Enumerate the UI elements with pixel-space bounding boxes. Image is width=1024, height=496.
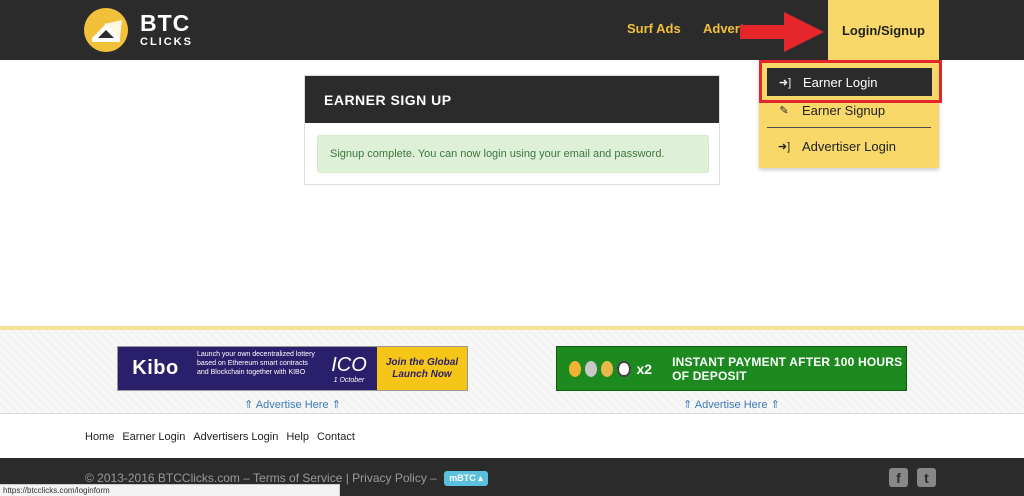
- nav-advertise[interactable]: Advertise: [703, 21, 743, 36]
- kibo-ad-cta: Join the Global Launch Now: [377, 347, 467, 390]
- dropdown-divider: [767, 127, 931, 128]
- annotation-arrow-icon: [740, 12, 824, 52]
- panel-title: EARNER SIGN UP: [305, 76, 719, 123]
- kibo-ico-date: 1 October: [333, 376, 365, 384]
- sign-in-icon: ➜]: [777, 140, 791, 153]
- nav-surf-ads[interactable]: Surf Ads: [627, 21, 681, 36]
- twitter-icon[interactable]: t: [917, 468, 936, 487]
- dropdown-item-label: Advertiser Login: [802, 138, 896, 154]
- top-navbar: BTC CLICKS Surf Ads Advertise Login/Sign…: [0, 0, 1024, 60]
- logo-text: BTC CLICKS: [140, 12, 193, 48]
- edit-icon: ✎: [779, 104, 789, 117]
- coin-icon: [617, 360, 631, 377]
- site-logo[interactable]: BTC CLICKS: [84, 8, 193, 52]
- logo-subname: CLICKS: [140, 36, 193, 48]
- footer-link-home[interactable]: Home: [85, 431, 114, 443]
- coins-ad-multiplier: x2: [636, 360, 653, 377]
- kibo-ad-banner[interactable]: Kibo Launch your own decentralized lotte…: [117, 346, 468, 391]
- footer-link-contact[interactable]: Contact: [317, 431, 355, 443]
- dropdown-advertiser-login[interactable]: ➜] Advertiser Login: [759, 132, 939, 160]
- bitcoin-coin-icon: [569, 360, 582, 377]
- kibo-ad-brand: Kibo: [118, 347, 193, 390]
- kibo-ad-text: Launch your own decentralized lottery ba…: [193, 347, 321, 390]
- nav-login-signup[interactable]: Login/Signup: [828, 0, 939, 60]
- kibo-ad-ico: ICO 1 October: [321, 347, 377, 390]
- litecoin-coin-icon: [585, 360, 598, 377]
- advertise-here-link[interactable]: ⇑ Advertise Here ⇑: [556, 398, 907, 411]
- logo-name: BTC: [140, 10, 191, 36]
- footer-link-help[interactable]: Help: [286, 431, 309, 443]
- footer-link-earner-login[interactable]: Earner Login: [122, 431, 185, 443]
- kibo-ico-label: ICO: [331, 353, 367, 376]
- ad-banner-strip: Kibo Launch your own decentralized lotte…: [0, 326, 1024, 414]
- coins-ad-text: INSTANT PAYMENT AFTER 100 HOURS OF DEPOS…: [672, 354, 903, 383]
- success-alert: Signup complete. You can now login using…: [317, 135, 709, 173]
- advertise-here-link[interactable]: ⇑ Advertise Here ⇑: [117, 398, 468, 411]
- dogecoin-coin-icon: [601, 360, 614, 377]
- facebook-icon[interactable]: f: [889, 468, 908, 487]
- dropdown-item-label: Earner Signup: [802, 102, 886, 118]
- browser-status-url: https://btcclicks.com/loginform: [0, 484, 340, 496]
- currency-badge[interactable]: mBTC ▴: [444, 471, 488, 486]
- signup-panel: EARNER SIGN UP Signup complete. You can …: [304, 75, 720, 185]
- copyright-label: © 2013-2016 BTCClicks.com – Terms of Ser…: [85, 471, 437, 485]
- coins-ad-banner[interactable]: x2 INSTANT PAYMENT AFTER 100 HOURS OF DE…: [556, 346, 907, 391]
- footer-nav: Home Earner Login Advertisers Login Help…: [85, 431, 363, 443]
- footer-link-advertisers-login[interactable]: Advertisers Login: [193, 431, 278, 443]
- logo-mark-icon: [84, 8, 128, 52]
- annotation-highlight-box: [759, 60, 942, 103]
